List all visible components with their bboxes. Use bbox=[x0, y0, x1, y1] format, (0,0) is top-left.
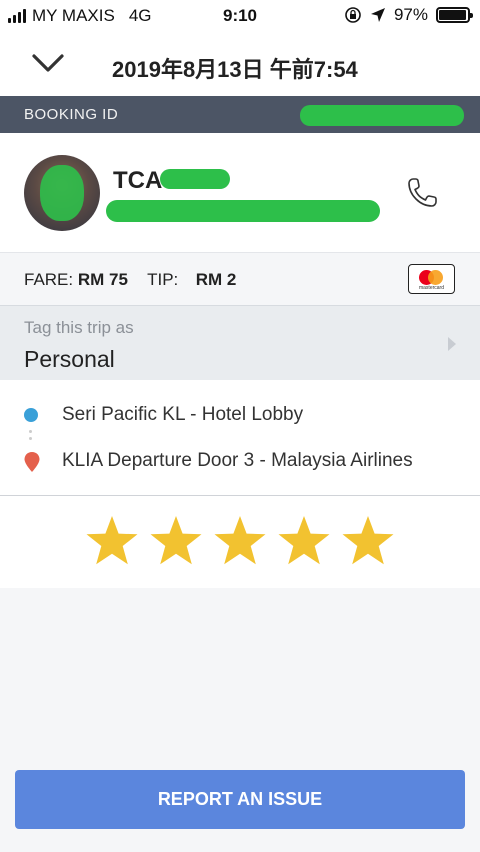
battery-percent: 97% bbox=[393, 5, 428, 24]
dropoff-pin-icon bbox=[24, 452, 40, 472]
star-icon[interactable] bbox=[212, 514, 268, 568]
tip-label: TIP: bbox=[147, 270, 179, 289]
card-brand-text: mastercard bbox=[418, 285, 444, 291]
star-icon[interactable] bbox=[84, 514, 140, 568]
tag-trip-selector[interactable]: Tag this trip as Personal bbox=[0, 305, 480, 380]
fare-value: RM 75 bbox=[77, 270, 128, 289]
avatar bbox=[24, 155, 100, 231]
fare-label: FARE: bbox=[24, 270, 74, 289]
star-icon[interactable] bbox=[276, 514, 332, 568]
phone-icon[interactable] bbox=[404, 175, 440, 211]
rating-section bbox=[0, 496, 480, 588]
chevron-down-icon[interactable] bbox=[30, 48, 66, 78]
fare-section: FARE: RM 75 TIP: RM 2 mastercard bbox=[0, 253, 480, 305]
route-section: Seri Pacific KL - Hotel Lobby KLIA Depar… bbox=[0, 380, 480, 496]
location-arrow-icon bbox=[370, 8, 385, 22]
driver-name-redaction bbox=[160, 169, 230, 189]
dropoff-address: KLIA Departure Door 3 - Malaysia Airline… bbox=[62, 450, 413, 471]
tag-trip-label: Tag this trip as bbox=[24, 318, 134, 337]
report-issue-button[interactable]: REPORT AN ISSUE bbox=[15, 770, 465, 829]
payment-card-icon: mastercard bbox=[408, 264, 455, 294]
header: 2019年8月13日 午前7:54 bbox=[0, 32, 480, 96]
chevron-right-icon bbox=[448, 337, 456, 351]
booking-id-label: BOOKING ID bbox=[24, 106, 119, 123]
status-right: 97% bbox=[344, 5, 473, 25]
tag-trip-value: Personal bbox=[24, 346, 115, 372]
fare-summary: FARE: RM 75 TIP: RM 2 bbox=[24, 270, 236, 290]
booking-id-redaction bbox=[300, 105, 464, 126]
pickup-address: Seri Pacific KL - Hotel Lobby bbox=[62, 404, 304, 425]
driver-section: TCA bbox=[0, 133, 480, 253]
battery-fill bbox=[439, 10, 467, 20]
status-bar: MY MAXIS 4G 9:10 97% bbox=[0, 0, 480, 32]
driver-details-redaction bbox=[106, 200, 380, 222]
star-icon[interactable] bbox=[148, 514, 204, 568]
tip-value: RM 2 bbox=[195, 270, 237, 289]
driver-name: TCA bbox=[113, 167, 163, 194]
route-connector bbox=[29, 430, 33, 444]
avatar-redaction bbox=[40, 165, 84, 221]
booking-id-bar: BOOKING ID bbox=[0, 96, 480, 133]
rotation-lock-icon bbox=[345, 7, 361, 23]
mastercard-orange-circle bbox=[428, 270, 443, 285]
battery-icon bbox=[436, 7, 473, 23]
star-rating bbox=[84, 514, 396, 568]
star-icon[interactable] bbox=[340, 514, 396, 568]
page-title: 2019年8月13日 午前7:54 bbox=[112, 57, 358, 82]
pickup-dot-icon bbox=[24, 408, 38, 422]
